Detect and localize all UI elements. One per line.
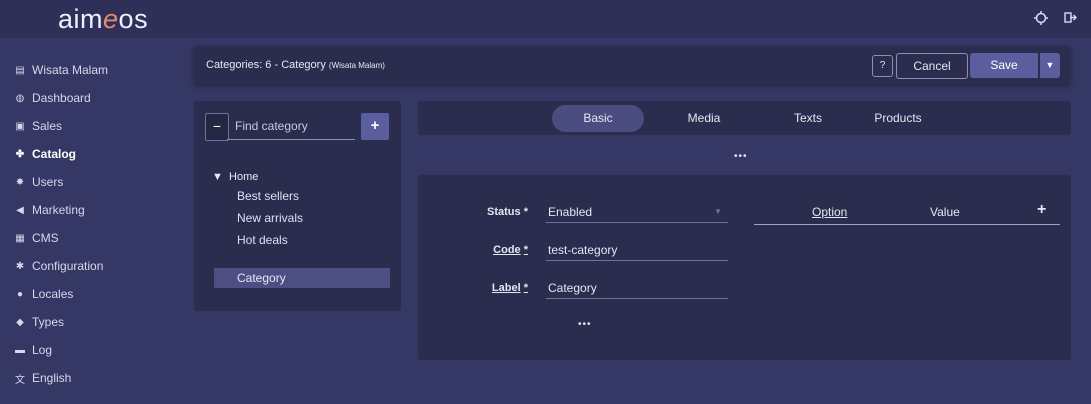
status-label: Status * [487, 206, 528, 218]
label-label: Label * [491, 282, 528, 294]
tree-node[interactable]: New arrivals [237, 211, 303, 225]
app-logo[interactable]: aimeos [58, 4, 148, 35]
item-header-bar: Categories: 6 - Category (Wisata Malam) … [194, 46, 1070, 84]
code-field[interactable]: test-category [546, 239, 728, 261]
cancel-button[interactable]: Cancel [896, 53, 968, 79]
logout-icon[interactable] [1062, 11, 1078, 27]
configuration-icon: ✱ [15, 260, 25, 272]
add-option-button[interactable]: + [1037, 201, 1046, 219]
tree-node-selected[interactable]: Category [214, 268, 390, 288]
dashboard-icon: ◍ [15, 92, 25, 104]
sidebar-item-log[interactable]: ▬ Log [0, 336, 190, 364]
tab-products[interactable]: Products [848, 101, 948, 135]
status-select[interactable]: Enabled ▼ [546, 201, 728, 223]
chevron-down-icon: ▼ [714, 207, 722, 216]
tab-media[interactable]: Media [654, 101, 754, 135]
options-table-header: Option Value + [754, 201, 1060, 225]
sidebar-item-types[interactable]: ◆ Types [0, 308, 190, 336]
sidebar-item-dashboard[interactable]: ◍ Dashboard [0, 84, 190, 112]
theme-toggle-icon[interactable] [1033, 11, 1049, 27]
option-column-header[interactable]: Option [812, 205, 847, 219]
collapse-button[interactable]: − [205, 113, 229, 141]
tree-node[interactable]: Best sellers [237, 189, 299, 203]
minus-icon: − [212, 118, 222, 134]
marketing-icon: ◀ [16, 204, 24, 216]
sidebar-item-catalog[interactable]: ✤ Catalog [0, 140, 190, 168]
more-tabs-button[interactable]: ••• [734, 151, 748, 162]
code-label: Code * [493, 244, 528, 256]
page-title: Categories: 6 - Category (Wisata Malam) [206, 59, 385, 71]
sidebar-item-cms[interactable]: ▦ CMS [0, 224, 190, 252]
locales-icon: ● [16, 288, 24, 300]
caret-down-icon: ▼ [212, 171, 223, 183]
basic-form-panel: Status * Enabled ▼ Code * test-category … [418, 175, 1071, 360]
sales-icon: ▣ [15, 120, 25, 132]
save-button[interactable]: Save [970, 53, 1038, 78]
sidebar-item-marketing[interactable]: ◀ Marketing [0, 196, 190, 224]
tree-node[interactable]: Hot deals [237, 233, 288, 247]
tree-node-home[interactable]: ▼ Home [212, 171, 258, 183]
tab-texts[interactable]: Texts [758, 101, 858, 135]
plus-icon: + [370, 117, 380, 134]
find-category-input[interactable] [227, 113, 355, 140]
tree-toolbar: − + [205, 113, 391, 141]
sidebar-item-configuration[interactable]: ✱ Configuration [0, 252, 190, 280]
chevron-down-icon: ▼ [1045, 60, 1055, 70]
sidebar-item-language[interactable]: 文 English [0, 364, 190, 392]
more-fields-button[interactable]: ••• [578, 319, 592, 330]
top-bar: aimeos [0, 0, 1091, 38]
sidebar-item-sales[interactable]: ▣ Sales [0, 112, 190, 140]
label-field[interactable]: Category [546, 277, 728, 299]
language-icon: 文 [15, 374, 25, 386]
help-button[interactable]: ? [872, 55, 893, 77]
log-icon: ▬ [15, 344, 25, 356]
catalog-icon: ✤ [15, 148, 25, 160]
cms-icon: ▦ [15, 232, 25, 244]
sidebar-item-locales[interactable]: ● Locales [0, 280, 190, 308]
save-options-button[interactable]: ▼ [1040, 53, 1060, 78]
sidebar-item-users[interactable]: ✸ Users [0, 168, 190, 196]
users-icon: ✸ [15, 176, 25, 188]
tab-basic[interactable]: Basic [552, 105, 644, 132]
add-category-button[interactable]: + [361, 113, 389, 140]
sidebar-nav: ▤ Wisata Malam ◍ Dashboard ▣ Sales ✤ Catalog… [0, 56, 190, 392]
site-label: (Wisata Malam) [328, 61, 385, 70]
value-column-header: Value [930, 205, 960, 219]
site-icon: ▤ [15, 64, 25, 76]
category-tree-panel: − + ▼ Home Best sellers New arrivals Hot… [194, 101, 401, 311]
types-icon: ◆ [16, 316, 24, 328]
tab-bar: Basic Media Texts Products [418, 101, 1071, 135]
sidebar-item-site[interactable]: ▤ Wisata Malam [0, 56, 190, 84]
